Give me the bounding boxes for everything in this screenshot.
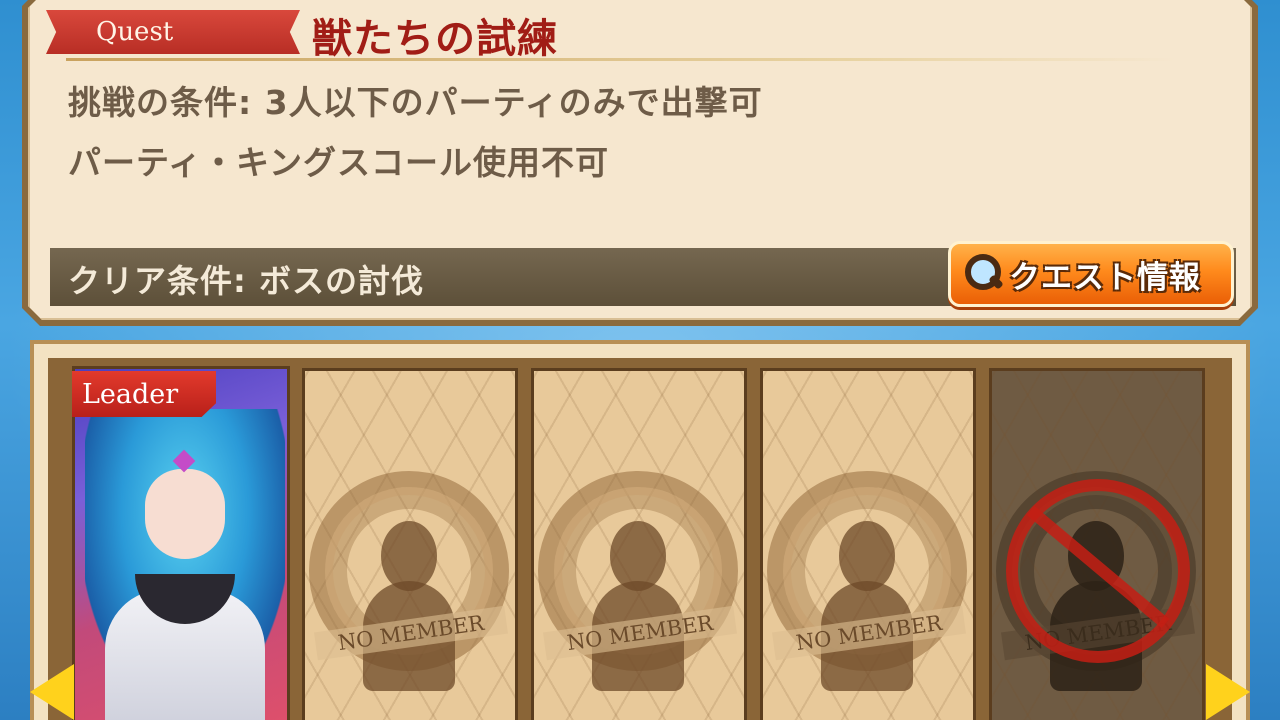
arrow-right-icon[interactable] [1206, 664, 1250, 720]
quest-tag: Quest [46, 10, 300, 54]
quest-tag-label: Quest [96, 17, 174, 47]
quest-info-label: クエスト情報 [1009, 259, 1201, 296]
leader-character-card[interactable] [72, 366, 290, 720]
quest-info-button[interactable]: クエスト情報 [948, 241, 1234, 307]
leader-badge: Leader [72, 371, 216, 417]
restriction-condition: パーティ・キングスコール使用不可 [68, 143, 610, 182]
party-slot-2[interactable]: NO MEMBER [302, 368, 518, 720]
prohibited-icon [1006, 479, 1190, 663]
quest-title: 獣たちの試練 [312, 15, 558, 62]
magnifier-icon [961, 252, 1005, 296]
clear-condition: クリア条件: ボスの討伐 [68, 262, 424, 300]
party-slot-5-locked: NO MEMBER [989, 368, 1205, 720]
party-slot-4[interactable]: NO MEMBER [760, 368, 976, 720]
arrow-left-icon[interactable] [30, 664, 74, 720]
leader-badge-label: Leader [82, 378, 179, 410]
title-divider [66, 58, 1176, 61]
party-slot-3[interactable]: NO MEMBER [531, 368, 747, 720]
character-face [145, 469, 225, 559]
challenge-condition: 挑戦の条件: 3人以下のパーティのみで出撃可 [68, 83, 763, 122]
